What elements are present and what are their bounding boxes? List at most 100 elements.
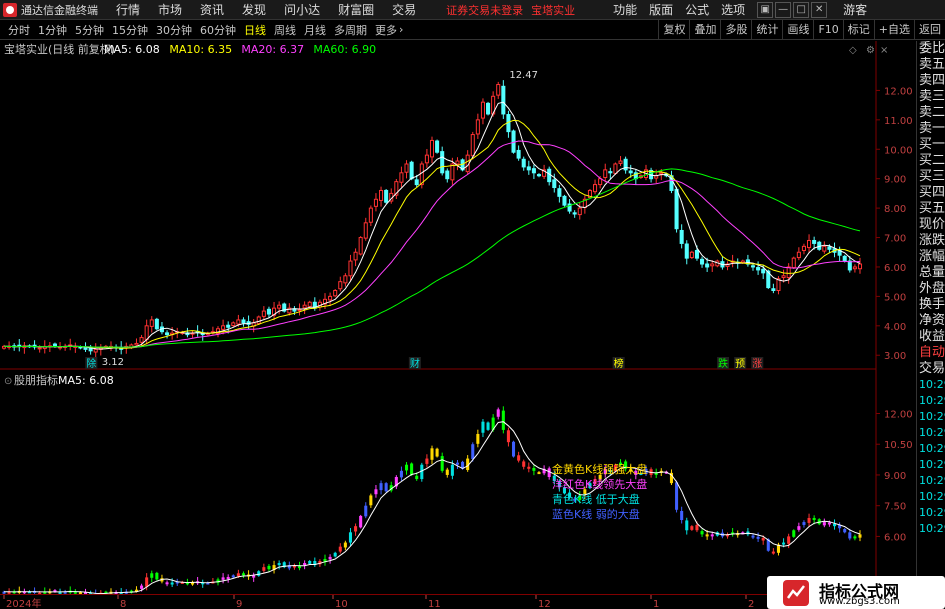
menu-formula[interactable]: 公式 — [685, 1, 709, 18]
candle-body — [521, 158, 526, 168]
menu-market[interactable]: 市场 — [158, 1, 182, 18]
sub-chart-icon[interactable]: ⊙ — [4, 376, 12, 387]
quote-panel-item[interactable]: 交易 — [917, 361, 945, 377]
candle-body — [379, 189, 384, 201]
menu-quotes[interactable]: 行情 — [116, 1, 140, 18]
period-intraday[interactable]: 分时 — [8, 22, 30, 38]
menu-function[interactable]: 功能 — [613, 1, 637, 18]
menu-wealth[interactable]: 财富圈 — [338, 1, 374, 18]
period-daily[interactable]: 日线 — [244, 22, 266, 38]
sub-candle-body — [435, 448, 439, 457]
period-15min[interactable]: 15分钟 — [112, 22, 148, 38]
period-multi[interactable]: 多周期 — [334, 22, 367, 38]
menu-news[interactable]: 资讯 — [200, 1, 224, 18]
sub-candle-body — [267, 565, 271, 570]
restore-icon[interactable]: ▣ — [757, 1, 774, 18]
tool-mark[interactable]: 标记 — [842, 19, 874, 40]
quote-panel-item: 10:29 — [919, 506, 945, 519]
quote-panel-item: 买四 — [919, 185, 945, 200]
period-weekly[interactable]: 周线 — [274, 22, 296, 38]
chart-area[interactable]: 宝塔实业(日线 前复权) MA5: 6.08 MA10: 6.35 MA20: 6.… — [0, 41, 916, 594]
event-marker[interactable]: 榜 — [614, 357, 624, 370]
candle-body — [241, 319, 246, 324]
date-tick: 2 — [748, 599, 754, 609]
tool-add-watch[interactable]: +自选 — [873, 19, 914, 40]
close-pane-icon[interactable]: × — [880, 45, 888, 56]
candle-body — [852, 266, 857, 270]
minimize-icon[interactable]: — — [775, 1, 792, 18]
candle-body — [419, 163, 424, 186]
event-marker[interactable]: 跌 — [718, 357, 728, 370]
candle-body — [358, 237, 363, 255]
sub-candle-body — [496, 409, 500, 417]
sub-candle-body — [415, 475, 419, 480]
tool-multi-stock[interactable]: 多股 — [720, 19, 751, 40]
candle-body — [613, 163, 618, 174]
period-toolbar: 分时 1分钟 5分钟 15分钟 30分钟 60分钟 日线 周线 月线 多周期 更… — [0, 19, 945, 40]
sub-candle-body — [756, 536, 760, 539]
sub-ma-label: MA5: 6.08 — [58, 374, 114, 387]
candle-body — [333, 290, 338, 297]
quote-panel-item: 10:29 — [919, 394, 945, 407]
tool-adjust[interactable]: 复权 — [658, 19, 689, 40]
login-notice[interactable]: 证券交易未登录 — [446, 2, 523, 18]
low-price-label: 3.12 — [102, 357, 124, 368]
quote-panel-item: 净资 — [919, 313, 945, 328]
menu-layout[interactable]: 版面 — [649, 1, 673, 18]
maximize-icon[interactable]: □ — [793, 1, 810, 18]
menu-trade[interactable]: 交易 — [392, 1, 416, 18]
candle-body — [409, 161, 414, 180]
period-60min[interactable]: 60分钟 — [200, 22, 236, 38]
kline-chart[interactable]: 宝塔实业(日线 前复权) MA5: 6.08 MA10: 6.35 MA20: 6.… — [0, 41, 916, 594]
quote-panel-item: 换手 — [919, 297, 945, 312]
tool-back[interactable]: 返回 — [914, 19, 945, 40]
menu-options[interactable]: 选项 — [721, 1, 745, 18]
period-more[interactable]: 更多 — [375, 22, 397, 38]
sub-candle-body — [522, 461, 526, 467]
date-tick: 12 — [538, 599, 551, 609]
candle-body — [608, 171, 613, 174]
candle-body — [557, 188, 562, 197]
sub-candle-body — [236, 573, 240, 577]
event-marker[interactable]: 预 — [735, 358, 745, 370]
watermark: 指标公式网 www.zbgs3.com — [767, 576, 945, 609]
menu-discover[interactable]: 发现 — [242, 1, 266, 18]
sub-candle-body — [822, 522, 826, 526]
candle-body — [618, 160, 623, 164]
candle-body — [93, 348, 98, 353]
candle-body — [277, 304, 282, 309]
event-marker[interactable]: 财 — [410, 357, 420, 370]
main-ytick: 11.00 — [884, 116, 913, 127]
candle-body — [807, 239, 812, 249]
candle-body — [445, 170, 450, 180]
period-30min[interactable]: 30分钟 — [156, 22, 192, 38]
period-1min[interactable]: 1分钟 — [38, 22, 67, 38]
tool-stats[interactable]: 统计 — [751, 19, 782, 40]
candle-body — [674, 188, 679, 230]
candle-body — [435, 140, 440, 153]
candle-body — [414, 179, 419, 186]
menu-ask[interactable]: 问小达 — [284, 1, 320, 18]
event-marker[interactable]: 涨 — [752, 358, 762, 370]
tool-overlay[interactable]: 叠加 — [689, 19, 720, 40]
candle-body — [710, 263, 715, 267]
candle-body — [694, 249, 699, 259]
chevron-right-icon[interactable]: › — [399, 23, 403, 36]
close-icon[interactable]: ✕ — [811, 1, 828, 18]
sub-candle-body — [761, 538, 765, 541]
quote-panel-item: 卖三 — [919, 89, 945, 104]
sub-candle-body — [440, 456, 444, 471]
settings-icon[interactable]: ⚙ — [866, 45, 875, 56]
expand-icon[interactable]: ◇ — [849, 45, 857, 56]
date-tick: 9 — [236, 599, 242, 609]
period-monthly[interactable]: 月线 — [304, 22, 326, 38]
guest-user[interactable]: 游客 — [843, 1, 867, 18]
tool-f10[interactable]: F10 — [813, 19, 842, 40]
candle-body — [384, 189, 389, 203]
period-5min[interactable]: 5分钟 — [75, 22, 104, 38]
tool-draw[interactable]: 画线 — [782, 19, 813, 40]
sub-candle-body — [797, 526, 801, 530]
candle-body — [761, 268, 766, 274]
event-marker[interactable]: 除 — [86, 357, 96, 370]
quote-panel-item[interactable]: 自动 — [917, 345, 945, 361]
